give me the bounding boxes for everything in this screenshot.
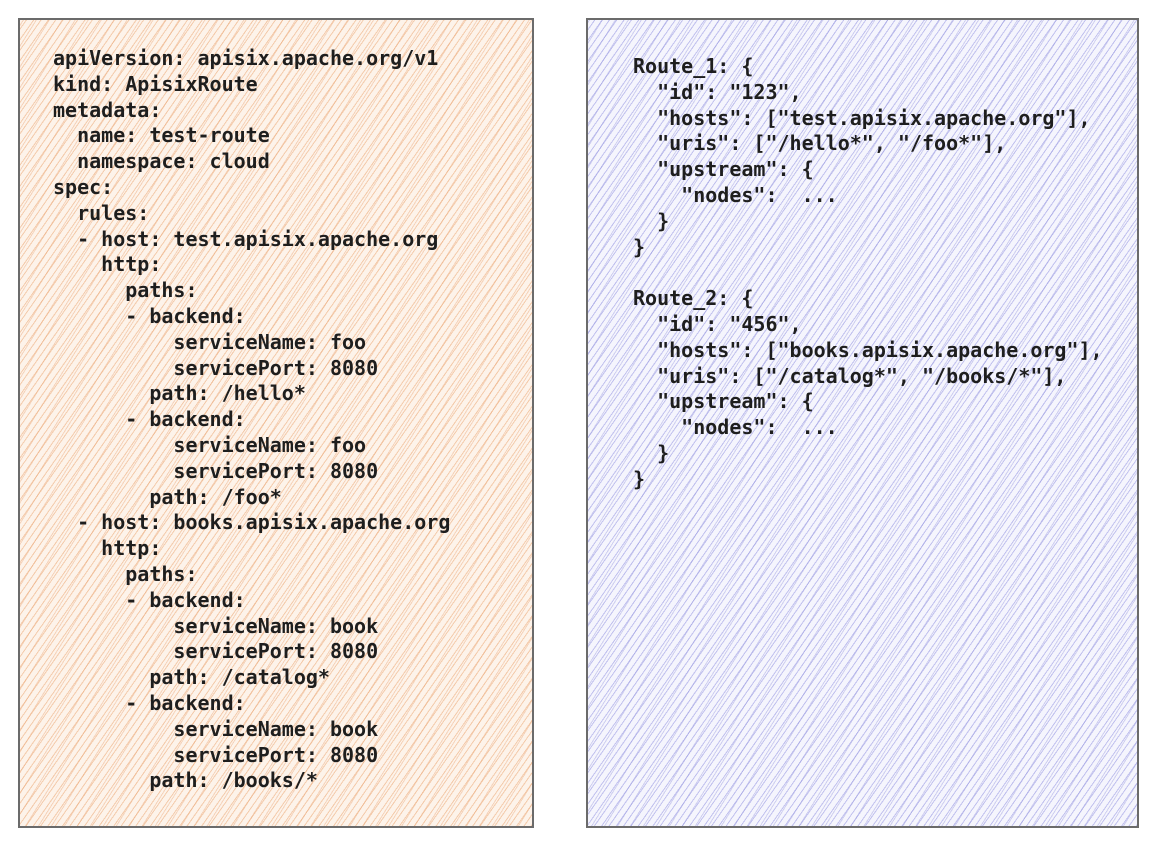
yaml-line: path: /foo* bbox=[53, 484, 282, 509]
json-line: } bbox=[633, 466, 646, 491]
yaml-line: metadata: bbox=[53, 97, 162, 122]
yaml-line: servicePort: 8080 bbox=[53, 355, 379, 380]
json-line: "id": "456", bbox=[633, 311, 802, 336]
yaml-line: name: test-route bbox=[53, 123, 270, 148]
yaml-line: - backend: bbox=[53, 407, 246, 432]
json-line bbox=[633, 260, 1103, 286]
json-line: "uris": ["/catalog*", "/books/*"], bbox=[633, 363, 1067, 388]
json-line: Route_1: { bbox=[633, 54, 754, 78]
yaml-line: serviceName: book bbox=[53, 613, 379, 638]
yaml-line: paths: bbox=[53, 561, 198, 586]
json-line: Route_2: { bbox=[633, 286, 754, 311]
yaml-line: - backend: bbox=[53, 690, 246, 715]
json-line: "upstream": { bbox=[633, 157, 814, 182]
json-line: "hosts": ["test.apisix.apache.org"], bbox=[633, 105, 1091, 130]
json-code-block: Route_1: { "id": "123", "hosts": ["test.… bbox=[633, 54, 1103, 493]
yaml-line: apiVersion: apisix.apache.org/v1 bbox=[53, 46, 439, 70]
yaml-line: serviceName: book bbox=[53, 716, 379, 741]
yaml-line: path: /books/* bbox=[53, 768, 318, 793]
json-line: } bbox=[633, 440, 670, 465]
yaml-line: rules: bbox=[53, 200, 150, 225]
yaml-line: path: /catalog* bbox=[53, 665, 330, 690]
json-line: "uris": ["/hello*", "/foo*"], bbox=[633, 131, 1007, 156]
yaml-line: servicePort: 8080 bbox=[53, 639, 379, 664]
yaml-line: paths: bbox=[53, 278, 198, 303]
yaml-panel: apiVersion: apisix.apache.org/v1 kind: Ap… bbox=[18, 18, 534, 828]
yaml-line: serviceName: foo bbox=[53, 432, 367, 457]
yaml-line: servicePort: 8080 bbox=[53, 742, 379, 767]
yaml-line: - backend: bbox=[53, 303, 246, 328]
yaml-line: servicePort: 8080 bbox=[53, 458, 379, 483]
json-panel: Route_1: { "id": "123", "hosts": ["test.… bbox=[586, 18, 1139, 828]
json-line: "upstream": { bbox=[633, 389, 814, 414]
yaml-line: spec: bbox=[53, 174, 114, 199]
yaml-line: http: bbox=[53, 536, 162, 561]
json-line: "id": "123", bbox=[633, 79, 802, 104]
yaml-line: kind: ApisixRoute bbox=[53, 71, 258, 96]
yaml-line: serviceName: foo bbox=[53, 329, 367, 354]
yaml-line: - backend: bbox=[53, 587, 246, 612]
yaml-line: path: /hello* bbox=[53, 381, 306, 406]
json-line: "hosts": ["books.apisix.apache.org"], bbox=[633, 337, 1103, 362]
json-line: } bbox=[633, 208, 670, 233]
yaml-line: - host: test.apisix.apache.org bbox=[53, 226, 439, 251]
yaml-line: http: bbox=[53, 252, 162, 277]
json-line: } bbox=[633, 234, 646, 259]
yaml-code-block: apiVersion: apisix.apache.org/v1 kind: Ap… bbox=[53, 46, 450, 794]
json-line: "nodes": ... bbox=[633, 182, 838, 207]
yaml-line: - host: books.apisix.apache.org bbox=[53, 510, 451, 535]
yaml-line: namespace: cloud bbox=[53, 149, 270, 174]
json-line: "nodes": ... bbox=[633, 415, 838, 440]
